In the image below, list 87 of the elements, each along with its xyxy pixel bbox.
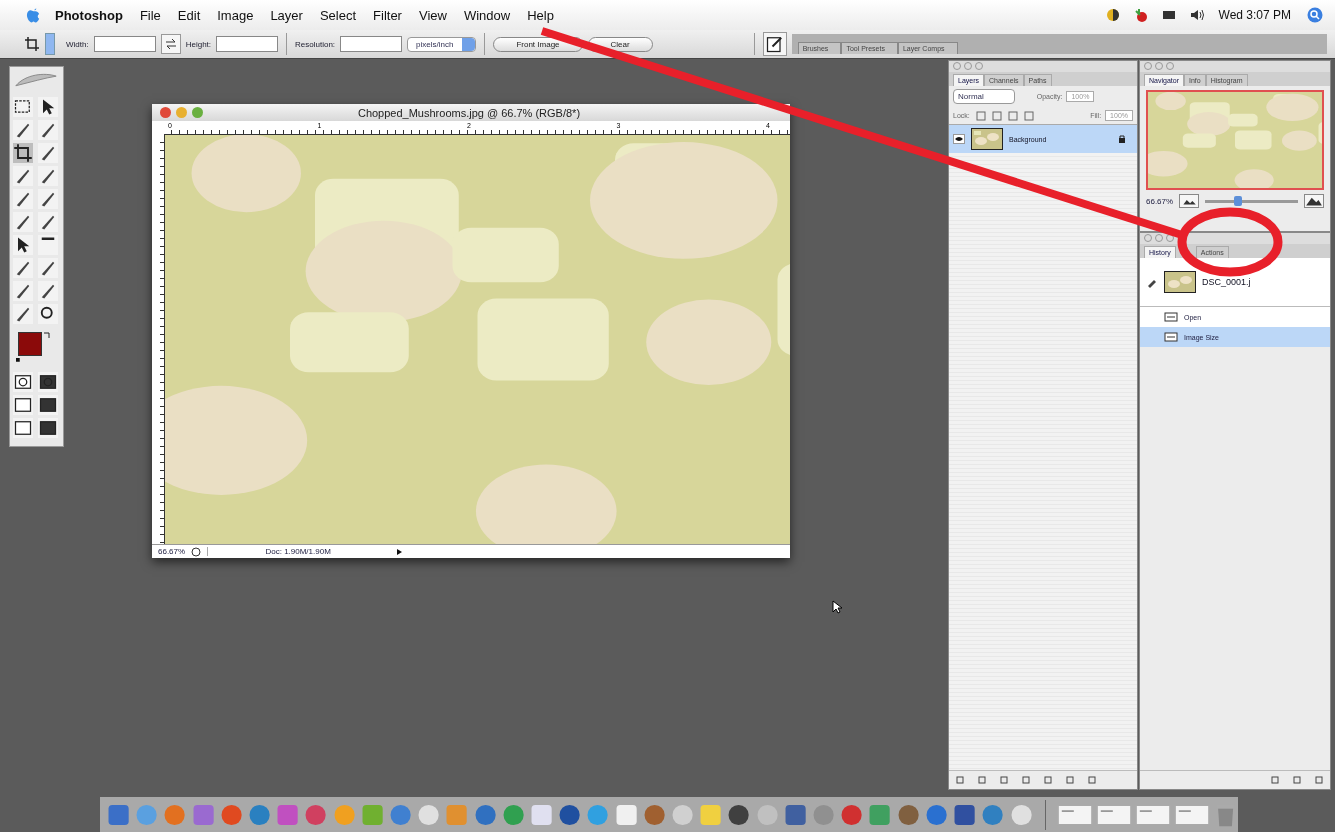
lock-icon	[1117, 134, 1127, 144]
lock-icon[interactable]	[1023, 110, 1034, 121]
layer-action-icon[interactable]	[955, 775, 965, 785]
tool-icon[interactable]	[13, 212, 33, 232]
mode-icon[interactable]	[38, 418, 58, 438]
pointer-icon	[832, 600, 842, 614]
layer-action-icon[interactable]	[999, 775, 1009, 785]
lock-icon[interactable]	[991, 110, 1002, 121]
document-size: Doc: 1.90M/1.90M	[207, 547, 389, 556]
lock-icon[interactable]	[1007, 110, 1018, 121]
volume-icon[interactable]	[1188, 7, 1205, 23]
history-action-icon[interactable]	[1314, 775, 1324, 785]
tool-icon[interactable]	[13, 97, 33, 117]
menu-item[interactable]: File	[139, 7, 161, 23]
menu-clock[interactable]: Wed 3:07 PM	[1218, 8, 1291, 22]
mode-icon[interactable]	[38, 395, 58, 415]
zoom-button[interactable]	[192, 107, 203, 118]
tool-icon[interactable]	[38, 166, 58, 186]
window-title: Chopped_Mushrooms.jpg @ 66.7% (RGB/8*)	[356, 106, 582, 119]
zoom-level[interactable]: 66.67%	[1146, 196, 1174, 206]
history-action-icon[interactable]	[1292, 775, 1302, 785]
tool-icon[interactable]	[38, 97, 58, 117]
minimize-button[interactable]	[176, 107, 187, 118]
tool-icon[interactable]	[13, 143, 33, 163]
layer-action-icon[interactable]	[1065, 775, 1075, 785]
foreground-color-swatch[interactable]	[18, 332, 42, 356]
tool-icon[interactable]	[38, 304, 58, 324]
tool-icon[interactable]	[13, 166, 33, 186]
width-field[interactable]	[93, 36, 156, 52]
swap-colors-icon[interactable]	[43, 331, 51, 339]
tool-icon[interactable]	[38, 235, 58, 255]
menu-item[interactable]: Select	[319, 7, 357, 23]
tool-icon[interactable]	[13, 304, 33, 324]
mode-icon[interactable]	[13, 395, 33, 415]
tool-icon[interactable]	[38, 258, 58, 278]
slider-thumb[interactable]	[1233, 195, 1242, 206]
menu-item[interactable]: Window	[463, 7, 511, 23]
menu-item[interactable]: View	[418, 7, 447, 23]
layer-action-icon[interactable]	[1043, 775, 1053, 785]
resolution-field[interactable]	[340, 36, 403, 52]
history-action-icon[interactable]	[1270, 775, 1280, 785]
menu-item[interactable]: Help	[527, 7, 554, 23]
layer-action-icon[interactable]	[1087, 775, 1097, 785]
menu-item[interactable]: Image	[217, 7, 254, 23]
tool-icon[interactable]	[13, 120, 33, 140]
height-field[interactable]	[216, 36, 279, 52]
tool-icon[interactable]	[13, 281, 33, 301]
tool-icon[interactable]	[38, 189, 58, 209]
swap-icon[interactable]	[160, 34, 181, 54]
close-button[interactable]	[160, 107, 171, 118]
zoom-in-icon[interactable]	[1304, 194, 1324, 208]
search-icon[interactable]	[1307, 7, 1323, 23]
tool-icon[interactable]	[38, 212, 58, 232]
tool-icon[interactable]	[13, 235, 33, 255]
snapshot-name[interactable]: DSC_0001.j	[1202, 277, 1251, 287]
mode-icon[interactable]	[13, 418, 33, 438]
default-colors-icon[interactable]	[16, 358, 22, 364]
layer-action-icon[interactable]	[977, 775, 987, 785]
tool-icon[interactable]	[13, 258, 33, 278]
crop-tool-icon[interactable]	[24, 36, 40, 52]
layer-action-icon[interactable]	[1021, 775, 1031, 785]
zoom-slider[interactable]	[1205, 199, 1298, 203]
tool-icon[interactable]	[13, 189, 33, 209]
menu-item[interactable]: Filter	[373, 7, 402, 23]
tool-icon[interactable]	[38, 281, 58, 301]
menu-item[interactable]: Layer	[270, 7, 303, 23]
tool-icon[interactable]	[38, 120, 58, 140]
mode-icon[interactable]	[38, 372, 58, 392]
zoom-out-icon[interactable]	[1179, 194, 1200, 208]
zoom-level[interactable]: 66.67%	[158, 547, 186, 556]
tool-icon[interactable]	[38, 143, 58, 163]
menu-item[interactable]: Photoshop	[55, 7, 123, 23]
resolution-label: Resolution:	[295, 39, 336, 49]
status-icon[interactable]	[1104, 7, 1121, 23]
palette-toggle-icon[interactable]	[762, 32, 787, 56]
blend-mode-dropdown[interactable]: Normal	[953, 89, 1015, 104]
width-label: Width:	[66, 39, 89, 49]
history-step-icon	[1164, 311, 1178, 323]
history-step-icon	[1164, 331, 1178, 343]
height-label: Height:	[185, 39, 212, 49]
status-icon[interactable]	[191, 546, 202, 557]
lock-icon[interactable]	[975, 110, 986, 121]
mode-icon[interactable]	[13, 372, 33, 392]
apple-icon[interactable]	[26, 6, 41, 24]
units-dropdown[interactable]: pixels/inch	[407, 36, 477, 52]
menu-item[interactable]: Edit	[177, 7, 201, 23]
eye-icon[interactable]	[953, 134, 965, 144]
